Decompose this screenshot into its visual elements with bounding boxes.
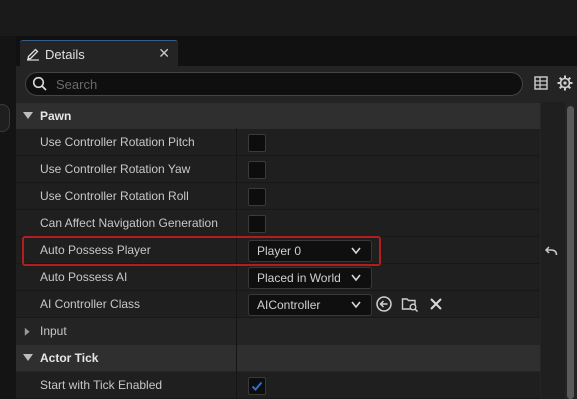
tab-bar: Details ✕ bbox=[16, 36, 577, 67]
tab-title: Details bbox=[45, 47, 85, 62]
auto-possess-ai-dropdown[interactable]: Placed in World bbox=[248, 267, 372, 289]
section-label: Pawn bbox=[40, 109, 72, 123]
use-controller-rotation-pitch-checkbox[interactable] bbox=[248, 134, 266, 152]
property-label: Start with Tick Enabled bbox=[40, 378, 163, 392]
grid-icon[interactable] bbox=[534, 76, 548, 90]
can-affect-navigation-checkbox[interactable] bbox=[248, 215, 266, 233]
close-icon[interactable]: ✕ bbox=[158, 45, 170, 62]
chevron-down-icon bbox=[351, 247, 361, 255]
dropdown-value: Player 0 bbox=[257, 244, 302, 258]
column-divider[interactable] bbox=[236, 128, 237, 399]
scrollbar-thumb[interactable] bbox=[567, 106, 574, 399]
section-actor-tick[interactable]: Actor Tick bbox=[16, 345, 540, 371]
search-input[interactable] bbox=[54, 74, 508, 95]
tab-details[interactable]: Details ✕ bbox=[20, 40, 178, 67]
left-panel-strip bbox=[0, 36, 16, 399]
property-row: Can Affect Navigation Generation bbox=[16, 210, 540, 237]
search-icon bbox=[32, 76, 47, 91]
property-row: Use Controller Rotation Pitch bbox=[16, 129, 540, 156]
section-pawn[interactable]: Pawn bbox=[16, 103, 540, 129]
property-row: Start with Tick Enabled bbox=[16, 372, 540, 399]
checkmark-icon bbox=[251, 381, 263, 391]
chevron-right-icon bbox=[24, 327, 30, 336]
property-label: Use Controller Rotation Roll bbox=[40, 189, 189, 203]
chevron-down-icon bbox=[23, 112, 33, 119]
chevron-down-icon bbox=[23, 354, 33, 361]
section-input[interactable]: Input bbox=[16, 318, 540, 344]
use-controller-rotation-roll-checkbox[interactable] bbox=[248, 188, 266, 206]
property-label: Auto Possess Player bbox=[40, 243, 151, 257]
chevron-down-icon bbox=[351, 274, 361, 282]
pencil-icon bbox=[27, 48, 39, 61]
gear-icon[interactable] bbox=[557, 75, 573, 91]
start-with-tick-enabled-checkbox[interactable] bbox=[248, 377, 266, 395]
property-row: Use Controller Rotation Yaw bbox=[16, 156, 540, 183]
property-label: AI Controller Class bbox=[40, 297, 141, 311]
left-panel-handle[interactable] bbox=[0, 104, 10, 132]
reset-arrow-icon[interactable] bbox=[544, 245, 558, 257]
property-label: Can Affect Navigation Generation bbox=[40, 216, 218, 230]
chevron-down-icon bbox=[351, 301, 361, 309]
top-bar bbox=[0, 0, 577, 36]
use-controller-rotation-yaw-checkbox[interactable] bbox=[248, 161, 266, 179]
dropdown-value: AIController bbox=[257, 298, 321, 312]
search-row bbox=[16, 66, 577, 102]
browse-icon[interactable] bbox=[401, 295, 419, 313]
dropdown-value: Placed in World bbox=[257, 271, 341, 285]
property-label: Use Controller Rotation Pitch bbox=[40, 135, 195, 149]
property-row: Use Controller Rotation Roll bbox=[16, 183, 540, 210]
clear-icon[interactable] bbox=[427, 295, 445, 313]
section-label: Input bbox=[40, 324, 67, 338]
property-label: Auto Possess AI bbox=[40, 270, 128, 284]
auto-possess-player-dropdown[interactable]: Player 0 bbox=[248, 240, 372, 262]
use-selected-icon[interactable] bbox=[375, 295, 393, 313]
search-box bbox=[25, 72, 523, 96]
ai-controller-class-dropdown[interactable]: AIController bbox=[248, 294, 372, 316]
details-panel: Pawn Use Controller Rotation Pitch Use C… bbox=[16, 66, 577, 399]
section-label: Actor Tick bbox=[40, 351, 99, 365]
property-label: Use Controller Rotation Yaw bbox=[40, 162, 191, 176]
